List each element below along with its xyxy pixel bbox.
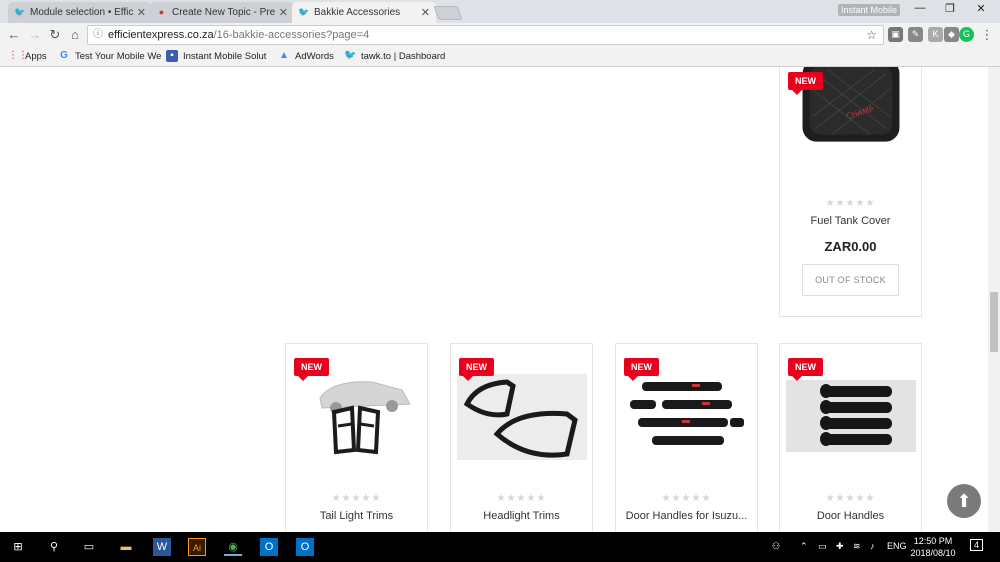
prestashop-favicon-icon: 🐦 (298, 7, 310, 17)
extension-k-icon[interactable]: K (928, 27, 943, 42)
rating-stars: ★★★★★ (825, 493, 876, 504)
product-image-door-handles[interactable] (786, 380, 916, 452)
rating-stars: ★★★★★ (825, 198, 876, 209)
back-arrow-icon[interactable]: ← (5, 26, 23, 44)
windows-taskbar: ⊞ ⚲ ▭ ▬ W Ai ◉ O O ⚇ ⌃ ▭ ✚ ≋ ♪ ENG 12:50… (0, 532, 1000, 562)
clock[interactable]: 12:50 PM 2018/08/10 (908, 535, 958, 559)
new-tab-button[interactable] (433, 6, 463, 20)
site-icon: ▪ (166, 50, 178, 62)
product-name[interactable]: Headlight Trims (451, 510, 592, 523)
windows-start-icon[interactable]: ⊞ (9, 538, 27, 556)
page-content: NEW CHAMP ★★★★★ Fuel Tank Cover ZAR0.00 … (0, 67, 988, 532)
tab-close-icon[interactable]: ✕ (279, 6, 288, 19)
chrome-icon[interactable]: ◉ (224, 538, 242, 556)
extension-icon[interactable]: ✎ (908, 27, 923, 42)
product-name[interactable]: Tail Light Trims (286, 510, 427, 523)
url-path: /16-bakkie-accessories?page=4 (213, 29, 370, 41)
prestashop-favicon-icon: 🐦 (14, 7, 26, 17)
action-center-icon[interactable]: 4 (970, 539, 984, 551)
tab-create-new-topic[interactable]: ● Create New Topic - Presta ✕ (150, 2, 294, 23)
product-name[interactable]: Door Handles for Isuzu... (616, 510, 757, 523)
bookmarks-bar: ⋮⋮ Apps G Test Your Mobile We ▪ Instant Mob… (0, 47, 1000, 67)
search-icon[interactable]: ⚲ (45, 538, 63, 556)
bookmark-tawk[interactable]: 🐦 tawk.to | Dashboard (344, 50, 445, 62)
file-explorer-icon[interactable]: ▬ (117, 538, 135, 556)
tray-app-icon[interactable]: ✚ (836, 541, 844, 552)
scroll-to-top-button[interactable]: ⬆ (947, 484, 981, 518)
grammarly-icon[interactable]: G (959, 27, 974, 42)
tab-close-icon[interactable]: ✕ (421, 6, 430, 19)
camera-extension-icon[interactable]: ▣ (888, 27, 903, 42)
volume-icon[interactable]: ♪ (870, 541, 875, 551)
browser-toolbar: ← → ↻ ⌂ ⓘ efficientexpress.co.za/16-bakk… (0, 23, 1000, 47)
product-card-door-handles[interactable]: NEW ★★★★★ Door Handles (779, 343, 922, 532)
product-image-tail-light-trims[interactable] (292, 374, 422, 460)
profile-button[interactable]: Instant Mobile (838, 4, 901, 16)
arrow-up-icon: ⬆ (956, 491, 972, 511)
forum-favicon-icon: ● (158, 7, 165, 17)
page-scrollbar[interactable] (988, 67, 1000, 532)
tawk-icon: 🐦 (344, 50, 357, 61)
rating-stars: ★★★★★ (661, 493, 712, 504)
product-price: ZAR0.00 (824, 239, 877, 254)
product-card-fuel-tank-cover[interactable]: NEW CHAMP ★★★★★ Fuel Tank Cover ZAR0.00 … (779, 67, 922, 317)
illustrator-icon[interactable]: Ai (188, 538, 206, 556)
tab-module-selection[interactable]: 🐦 Module selection • Efficie ✕ (8, 2, 152, 23)
rating-stars: ★★★★★ (331, 493, 382, 504)
tab-bakkie-accessories[interactable]: 🐦 Bakkie Accessories ✕ (292, 2, 436, 23)
url-host: efficientexpress.co.za (108, 29, 214, 41)
extension-icon[interactable]: ◆ (944, 27, 959, 42)
scrollbar-thumb[interactable] (990, 292, 998, 352)
task-view-icon[interactable]: ▭ (80, 538, 98, 556)
battery-icon[interactable]: ▭ (818, 541, 827, 552)
wifi-icon[interactable]: ≋ (853, 541, 861, 552)
adwords-icon: ▲ (279, 50, 289, 61)
product-image-headlight-trims[interactable] (457, 374, 587, 460)
bookmark-test-mobile[interactable]: G Test Your Mobile We (58, 50, 161, 62)
product-name[interactable]: Door Handles (780, 510, 921, 523)
bookmark-star-icon[interactable]: ☆ (866, 26, 877, 44)
word-icon[interactable]: W (153, 538, 171, 556)
product-card-headlight-trims[interactable]: NEW ★★★★★ Headlight Trims (450, 343, 593, 532)
new-badge: NEW (624, 358, 659, 381)
apps-grid-icon: ⋮⋮ (8, 50, 28, 61)
rating-stars: ★★★★★ (496, 493, 547, 504)
reload-icon[interactable]: ↻ (46, 26, 64, 44)
new-badge: NEW (294, 358, 329, 381)
new-badge: NEW (788, 358, 823, 381)
new-badge: NEW (788, 72, 823, 95)
close-window-icon[interactable]: ✕ (966, 2, 996, 15)
minimize-icon[interactable]: — (905, 2, 935, 14)
browser-titlebar: 🐦 Module selection • Efficie ✕ ● Create … (0, 0, 1000, 23)
product-card-door-handles-isuzu[interactable]: NEW ★★★★★ Door Handles for Isuzu... (615, 343, 758, 532)
bookmark-apps[interactable]: ⋮⋮ Apps (8, 50, 47, 62)
outlook-icon[interactable]: O (296, 538, 314, 556)
restore-icon[interactable]: ❐ (935, 2, 965, 15)
bookmark-adwords[interactable]: ▲ AdWords (278, 50, 334, 62)
product-card-tail-light-trims[interactable]: NEW ★★★★★ Tail Light Trims (285, 343, 428, 532)
language-indicator[interactable]: ENG (887, 541, 907, 551)
bookmark-instant-mobile[interactable]: ▪ Instant Mobile Solut (166, 50, 266, 62)
forward-arrow-icon[interactable]: → (26, 26, 44, 44)
tray-chevron-up-icon[interactable]: ⌃ (800, 541, 808, 552)
people-icon[interactable]: ⚇ (772, 541, 780, 552)
menu-kebab-icon[interactable]: ⋮ (978, 26, 996, 44)
out-of-stock-button[interactable]: OUT OF STOCK (802, 264, 899, 296)
tab-close-icon[interactable]: ✕ (137, 6, 146, 19)
home-icon[interactable]: ⌂ (66, 26, 84, 44)
product-image-door-handles-isuzu[interactable] (622, 374, 752, 460)
info-icon[interactable]: ⓘ (93, 26, 103, 44)
product-name[interactable]: Fuel Tank Cover (780, 215, 921, 228)
outlook-icon[interactable]: O (260, 538, 278, 556)
new-badge: NEW (459, 358, 494, 381)
google-icon: G (60, 50, 68, 61)
address-bar[interactable]: ⓘ efficientexpress.co.za/16-bakkie-acces… (87, 25, 884, 45)
